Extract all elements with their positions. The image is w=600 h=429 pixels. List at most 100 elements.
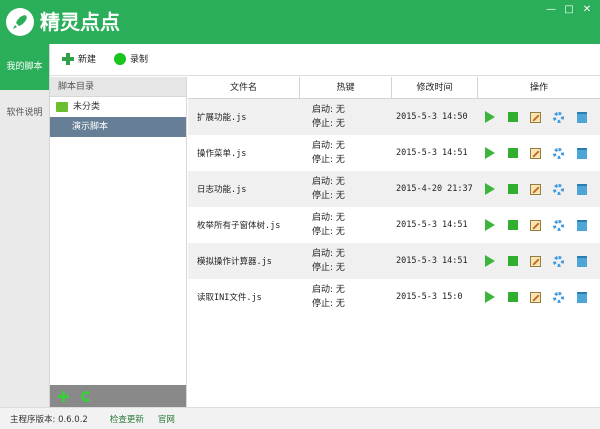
folder-uncategorized[interactable]: 未分类 xyxy=(50,97,186,117)
edit-button[interactable] xyxy=(530,183,541,195)
table-row[interactable]: 读取INI文件.js 启动: 无停止: 无 2015-5-3 15:0 xyxy=(188,279,600,315)
play-icon xyxy=(484,183,495,195)
play-icon xyxy=(484,147,495,159)
add-folder-icon[interactable] xyxy=(58,390,69,402)
hotkey-stop: 停止: 无 xyxy=(312,191,345,201)
hotkey-cell: 启动: 无停止: 无 xyxy=(300,139,392,167)
maximize-button[interactable]: □ xyxy=(560,3,578,17)
delete-button[interactable] xyxy=(576,255,587,267)
hotkey-stop: 停止: 无 xyxy=(312,119,345,129)
actions-cell xyxy=(478,147,600,159)
run-button[interactable] xyxy=(484,291,495,303)
edit-button[interactable] xyxy=(530,219,541,231)
table-row[interactable]: 日志功能.js 启动: 无停止: 无 2015-4-20 21:37 xyxy=(188,171,600,207)
delete-button[interactable] xyxy=(576,183,587,195)
hotkey-stop: 停止: 无 xyxy=(312,227,345,237)
tab-my-scripts[interactable]: 我的脚本 xyxy=(0,44,49,90)
edit-button[interactable] xyxy=(530,255,541,267)
script-filename: 日志功能.js xyxy=(197,185,247,195)
actions-cell xyxy=(478,183,600,195)
settings-button[interactable] xyxy=(553,111,564,123)
folder-label: 未分类 xyxy=(73,102,101,112)
stop-button[interactable] xyxy=(507,256,518,267)
trash-icon xyxy=(576,111,587,123)
modified-time: 2015-5-3 15:0 xyxy=(396,292,463,302)
hotkey-cell: 启动: 无停止: 无 xyxy=(300,283,392,311)
table-row[interactable]: 扩展功能.js 启动: 无停止: 无 2015-5-3 14:50 xyxy=(188,99,600,135)
table-row[interactable]: 操作菜单.js 启动: 无停止: 无 2015-5-3 14:51 xyxy=(188,135,600,171)
run-button[interactable] xyxy=(484,147,495,159)
edit-icon xyxy=(530,219,541,231)
app-title: 精灵点点 xyxy=(40,10,120,34)
edit-icon xyxy=(530,291,541,303)
settings-button[interactable] xyxy=(553,183,564,195)
hotkey-cell: 启动: 无停止: 无 xyxy=(300,175,392,203)
check-update-link[interactable]: 检查更新 xyxy=(110,413,144,425)
record-icon xyxy=(114,52,126,65)
refresh-icon[interactable] xyxy=(81,390,92,402)
edit-icon xyxy=(530,147,541,159)
title-bar: 精灵点点 — □ ✕ xyxy=(0,0,600,44)
settings-button[interactable] xyxy=(553,147,564,159)
table-row[interactable]: 模拟操作计算器.js 启动: 无停止: 无 2015-5-3 14:51 xyxy=(188,243,600,279)
settings-button[interactable] xyxy=(553,291,564,303)
edit-button[interactable] xyxy=(530,111,541,123)
minimize-button[interactable]: — xyxy=(542,3,560,17)
edit-button[interactable] xyxy=(530,291,541,303)
delete-button[interactable] xyxy=(576,111,587,123)
gear-icon xyxy=(553,291,564,303)
trash-icon xyxy=(576,219,587,231)
tab-software-help[interactable]: 软件说明 xyxy=(0,90,49,136)
play-icon xyxy=(484,291,495,303)
table-row[interactable]: 枚举所有子窗体树.js 启动: 无停止: 无 2015-5-3 14:51 xyxy=(188,207,600,243)
record-button[interactable]: 录制 xyxy=(114,52,148,65)
column-header-hotkey: 热键 xyxy=(300,77,392,98)
trash-icon xyxy=(576,291,587,303)
hotkey-cell: 启动: 无停止: 无 xyxy=(300,247,392,275)
actions-cell xyxy=(478,219,600,231)
modified-time: 2015-5-3 14:51 xyxy=(396,220,468,230)
folder-icon xyxy=(56,102,68,112)
script-filename: 读取INI文件.js xyxy=(197,293,262,303)
stop-icon xyxy=(507,220,518,230)
delete-button[interactable] xyxy=(576,147,587,159)
directory-item-demo-scripts[interactable]: 演示脚本 xyxy=(50,117,186,137)
column-header-filename: 文件名 xyxy=(188,77,300,98)
settings-button[interactable] xyxy=(553,255,564,267)
stop-button[interactable] xyxy=(507,148,518,159)
new-button[interactable]: 新建 xyxy=(62,52,96,65)
hotkey-stop: 停止: 无 xyxy=(312,155,345,165)
stop-button[interactable] xyxy=(507,292,518,303)
stop-button[interactable] xyxy=(507,220,518,231)
modified-time: 2015-5-3 14:50 xyxy=(396,112,468,122)
delete-button[interactable] xyxy=(576,291,587,303)
run-button[interactable] xyxy=(484,183,495,195)
hotkey-stop: 停止: 无 xyxy=(312,263,345,273)
actions-cell xyxy=(478,291,600,303)
run-button[interactable] xyxy=(484,219,495,231)
gear-icon xyxy=(553,255,564,267)
actions-cell xyxy=(478,255,600,267)
run-button[interactable] xyxy=(484,111,495,123)
new-button-label: 新建 xyxy=(78,55,97,65)
rocket-icon xyxy=(6,8,34,36)
edit-icon xyxy=(530,183,541,195)
gear-icon xyxy=(553,183,564,195)
modified-time: 2015-5-3 14:51 xyxy=(396,148,468,158)
stop-button[interactable] xyxy=(507,112,518,123)
version-label: 主程序版本: 0.6.0.2 xyxy=(10,414,88,425)
run-button[interactable] xyxy=(484,255,495,267)
modified-time: 2015-5-3 14:51 xyxy=(396,256,468,266)
delete-button[interactable] xyxy=(576,219,587,231)
status-bar: 主程序版本: 0.6.0.2 检查更新 官网 xyxy=(0,407,600,429)
column-header-modified: 修改时间 xyxy=(392,77,478,98)
stop-button[interactable] xyxy=(507,184,518,195)
hotkey-start: 启动: 无 xyxy=(312,285,345,295)
close-button[interactable]: ✕ xyxy=(578,3,596,17)
settings-button[interactable] xyxy=(553,219,564,231)
hotkey-start: 启动: 无 xyxy=(312,141,345,151)
left-tab-bar: 我的脚本 软件说明 xyxy=(0,44,50,407)
edit-button[interactable] xyxy=(530,147,541,159)
website-link[interactable]: 官网 xyxy=(158,413,175,425)
script-filename: 扩展功能.js xyxy=(197,113,247,123)
